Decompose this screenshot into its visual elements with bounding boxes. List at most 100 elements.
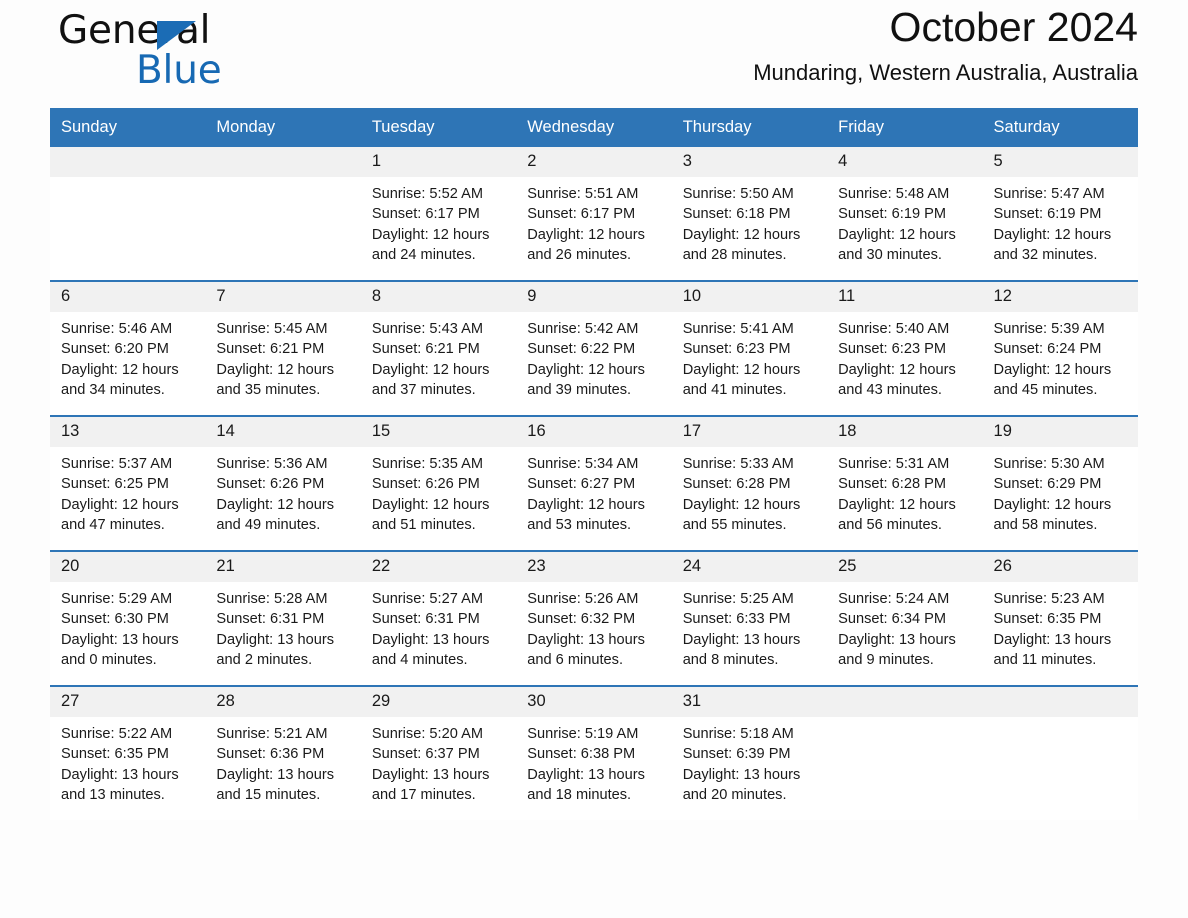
daylight-text: Daylight: 12 hours and 47 minutes. [61, 496, 179, 533]
day-number: 7 [205, 282, 361, 312]
weekday-header-tuesday: Tuesday [360, 108, 517, 147]
day-number [50, 147, 206, 177]
calendar-day-cell[interactable]: 9 Sunrise: 5:42 AM Sunset: 6:22 PM Daylight… [516, 280, 672, 416]
calendar-day-cell[interactable]: 8 Sunrise: 5:43 AM Sunset: 6:21 PM Daylight… [360, 280, 517, 416]
calendar-day-cell[interactable]: 23 Sunrise: 5:26 AM Sunset: 6:32 PM Dayligh… [516, 550, 672, 686]
calendar-day-cell[interactable]: 26 Sunrise: 5:23 AM Sunset: 6:35 PM Dayligh… [982, 550, 1138, 686]
day-details: Sunrise: 5:37 AM Sunset: 6:25 PM Daylight:… [50, 447, 205, 535]
calendar-week-row: 27 Sunrise: 5:22 AM Sunset: 6:35 PM Dayligh… [50, 685, 1138, 820]
daylight-text: Daylight: 13 hours and 0 minutes. [61, 631, 179, 668]
calendar-day-cell[interactable]: 3 Sunrise: 5:50 AM Sunset: 6:18 PM Daylight… [671, 147, 828, 281]
day-details: Sunrise: 5:39 AM Sunset: 6:24 PM Daylight:… [983, 312, 1138, 400]
calendar-day-cell[interactable]: 24 Sunrise: 5:25 AM Sunset: 6:33 PM Dayligh… [671, 550, 828, 686]
sunrise-text: Sunrise: 5:25 AM [682, 591, 794, 607]
weekday-header-monday: Monday [205, 108, 361, 147]
day-number: 16 [516, 417, 672, 447]
day-details: Sunrise: 5:26 AM Sunset: 6:32 PM Daylight:… [516, 582, 671, 670]
sunset-text: Sunset: 6:27 PM [527, 476, 636, 493]
sunset-text: Sunset: 6:25 PM [61, 476, 169, 493]
sunrise-text: Sunrise: 5:47 AM [993, 186, 1105, 202]
day-number: 13 [50, 417, 206, 447]
general-blue-logo[interactable]: General Blue [58, 8, 288, 100]
calendar-day-cell[interactable]: 2 Sunrise: 5:51 AM Sunset: 6:17 PM Daylight… [516, 147, 672, 281]
sunrise-text: Sunrise: 5:50 AM [682, 186, 794, 202]
calendar-day-cell[interactable]: 6 Sunrise: 5:46 AM Sunset: 6:20 PM Daylight… [50, 280, 206, 416]
sunset-text: Sunset: 6:17 PM [527, 206, 636, 223]
daylight-text: Daylight: 12 hours and 28 minutes. [682, 226, 801, 263]
daylight-text: Daylight: 12 hours and 34 minutes. [61, 361, 179, 398]
calendar-cell-empty [827, 685, 983, 820]
daylight-text: Daylight: 12 hours and 26 minutes. [527, 226, 645, 263]
calendar-day-cell[interactable]: 15 Sunrise: 5:35 AM Sunset: 6:26 PM Dayligh… [360, 415, 517, 551]
sunset-text: Sunset: 6:34 PM [838, 611, 947, 628]
calendar-day-cell[interactable]: 1 Sunrise: 5:52 AM Sunset: 6:17 PM Daylight… [360, 147, 517, 281]
calendar-day-cell[interactable]: 7 Sunrise: 5:45 AM Sunset: 6:21 PM Daylight… [205, 280, 361, 416]
day-details: Sunrise: 5:31 AM Sunset: 6:28 PM Daylight:… [827, 447, 982, 535]
day-details: Sunrise: 5:33 AM Sunset: 6:28 PM Daylight:… [672, 447, 827, 535]
calendar-day-cell[interactable]: 17 Sunrise: 5:33 AM Sunset: 6:28 PM Dayligh… [671, 415, 828, 551]
calendar-day-cell[interactable]: 25 Sunrise: 5:24 AM Sunset: 6:34 PM Dayligh… [827, 550, 983, 686]
sunrise-text: Sunrise: 5:26 AM [527, 591, 639, 607]
calendar-day-cell[interactable]: 16 Sunrise: 5:34 AM Sunset: 6:27 PM Dayligh… [516, 415, 672, 551]
sunrise-text: Sunrise: 5:27 AM [371, 591, 483, 607]
weekday-header-wednesday: Wednesday [516, 108, 672, 147]
calendar-day-cell[interactable]: 11 Sunrise: 5:40 AM Sunset: 6:23 PM Dayligh… [827, 280, 983, 416]
daylight-text: Daylight: 13 hours and 17 minutes. [371, 766, 490, 803]
calendar-day-cell[interactable]: 12 Sunrise: 5:39 AM Sunset: 6:24 PM Dayligh… [982, 280, 1138, 416]
daylight-text: Daylight: 13 hours and 8 minutes. [682, 631, 801, 668]
calendar-day-cell[interactable]: 28 Sunrise: 5:21 AM Sunset: 6:36 PM Dayligh… [205, 685, 361, 820]
calendar-day-cell[interactable]: 29 Sunrise: 5:20 AM Sunset: 6:37 PM Dayligh… [360, 685, 517, 820]
sunrise-text: Sunrise: 5:21 AM [216, 726, 328, 742]
sunrise-text: Sunrise: 5:33 AM [682, 456, 794, 472]
day-details: Sunrise: 5:29 AM Sunset: 6:30 PM Daylight:… [50, 582, 205, 670]
day-number: 19 [982, 417, 1138, 447]
day-number: 18 [827, 417, 983, 447]
sunrise-text: Sunrise: 5:43 AM [371, 321, 483, 337]
sunrise-text: Sunrise: 5:30 AM [993, 456, 1105, 472]
calendar-day-cell[interactable]: 19 Sunrise: 5:30 AM Sunset: 6:29 PM Dayligh… [982, 415, 1138, 551]
day-details: Sunrise: 5:24 AM Sunset: 6:34 PM Daylight:… [827, 582, 982, 670]
calendar-day-cell[interactable]: 13 Sunrise: 5:37 AM Sunset: 6:25 PM Dayligh… [50, 415, 206, 551]
day-details: Sunrise: 5:23 AM Sunset: 6:35 PM Daylight:… [983, 582, 1138, 670]
sunset-text: Sunset: 6:23 PM [838, 341, 947, 358]
sunset-text: Sunset: 6:39 PM [682, 746, 791, 763]
daylight-text: Daylight: 13 hours and 20 minutes. [682, 766, 801, 803]
daylight-text: Daylight: 12 hours and 53 minutes. [527, 496, 645, 533]
calendar-day-cell[interactable]: 31 Sunrise: 5:18 AM Sunset: 6:39 PM Dayligh… [671, 685, 828, 820]
calendar-day-cell[interactable]: 18 Sunrise: 5:31 AM Sunset: 6:28 PM Dayligh… [827, 415, 983, 551]
day-details: Sunrise: 5:22 AM Sunset: 6:35 PM Daylight:… [50, 717, 205, 805]
day-details: Sunrise: 5:30 AM Sunset: 6:29 PM Daylight:… [983, 447, 1138, 535]
calendar-day-cell[interactable]: 21 Sunrise: 5:28 AM Sunset: 6:31 PM Dayligh… [205, 550, 361, 686]
sunrise-text: Sunrise: 5:35 AM [371, 456, 483, 472]
day-details: Sunrise: 5:36 AM Sunset: 6:26 PM Daylight:… [205, 447, 360, 535]
page-title: October 2024 [889, 4, 1138, 50]
day-number [205, 147, 361, 177]
calendar-day-cell[interactable]: 22 Sunrise: 5:27 AM Sunset: 6:31 PM Dayligh… [360, 550, 517, 686]
day-details: Sunrise: 5:47 AM Sunset: 6:19 PM Daylight:… [983, 177, 1138, 265]
day-number: 26 [982, 552, 1138, 582]
calendar-day-cell[interactable]: 4 Sunrise: 5:48 AM Sunset: 6:19 PM Daylight… [827, 147, 983, 281]
sunset-text: Sunset: 6:38 PM [527, 746, 636, 763]
day-number: 10 [671, 282, 828, 312]
calendar-day-cell[interactable]: 27 Sunrise: 5:22 AM Sunset: 6:35 PM Dayligh… [50, 685, 206, 820]
day-details: Sunrise: 5:50 AM Sunset: 6:18 PM Daylight:… [672, 177, 827, 265]
day-details: Sunrise: 5:18 AM Sunset: 6:39 PM Daylight:… [672, 717, 827, 805]
sunset-text: Sunset: 6:26 PM [371, 476, 480, 493]
daylight-text: Daylight: 12 hours and 35 minutes. [216, 361, 335, 398]
day-details: Sunrise: 5:41 AM Sunset: 6:23 PM Daylight:… [672, 312, 827, 400]
sunset-text: Sunset: 6:17 PM [371, 206, 480, 223]
calendar-day-cell[interactable]: 14 Sunrise: 5:36 AM Sunset: 6:26 PM Dayligh… [205, 415, 361, 551]
sunrise-text: Sunrise: 5:29 AM [61, 591, 173, 607]
sunrise-text: Sunrise: 5:20 AM [371, 726, 483, 742]
day-number: 1 [360, 147, 517, 177]
daylight-text: Daylight: 12 hours and 43 minutes. [838, 361, 956, 398]
sunset-text: Sunset: 6:28 PM [838, 476, 947, 493]
calendar-day-cell[interactable]: 30 Sunrise: 5:19 AM Sunset: 6:38 PM Dayligh… [516, 685, 672, 820]
calendar-day-cell[interactable]: 5 Sunrise: 5:47 AM Sunset: 6:19 PM Daylight… [982, 147, 1138, 281]
day-details: Sunrise: 5:35 AM Sunset: 6:26 PM Daylight:… [361, 447, 516, 535]
sunrise-text: Sunrise: 5:31 AM [838, 456, 950, 472]
day-number: 28 [205, 687, 361, 717]
day-details: Sunrise: 5:21 AM Sunset: 6:36 PM Daylight:… [205, 717, 360, 805]
calendar-day-cell[interactable]: 20 Sunrise: 5:29 AM Sunset: 6:30 PM Dayligh… [50, 550, 206, 686]
calendar-day-cell[interactable]: 10 Sunrise: 5:41 AM Sunset: 6:23 PM Dayligh… [671, 280, 828, 416]
